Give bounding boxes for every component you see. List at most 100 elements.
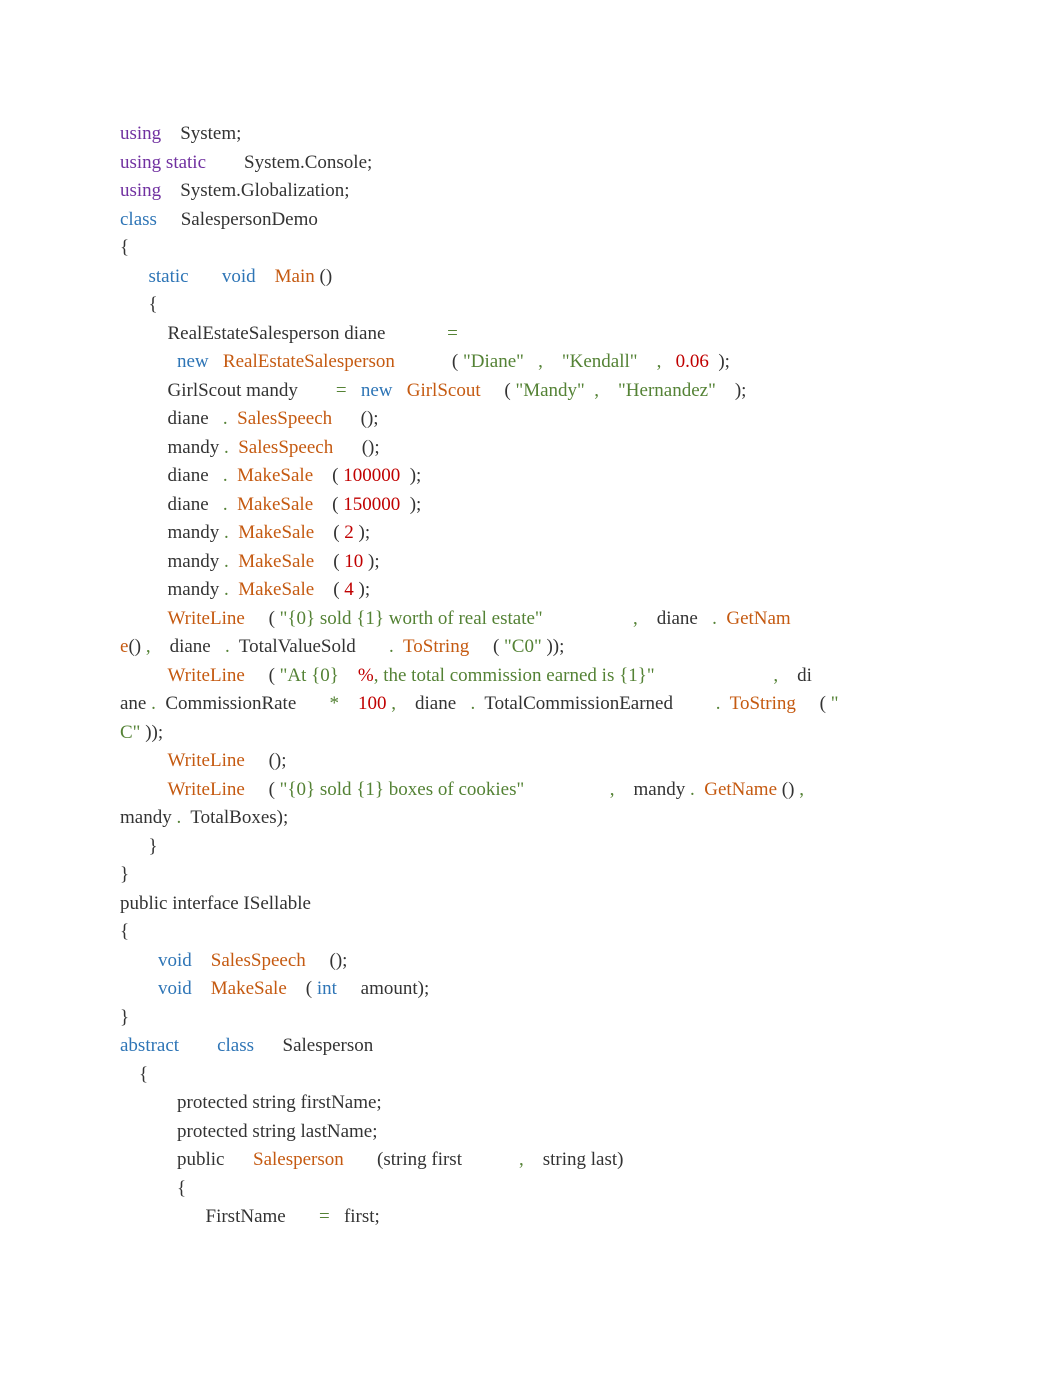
code-token: first; <box>330 1206 380 1227</box>
code-token: = <box>447 323 458 344</box>
code-token: () <box>315 266 332 287</box>
code-token: diane <box>120 408 223 429</box>
code-token <box>120 665 168 686</box>
code-token: (); <box>245 750 287 771</box>
code-token: class <box>120 209 157 230</box>
code-token: TotalCommissionEarned <box>475 693 716 714</box>
code-token: "Kendall" <box>562 351 638 372</box>
code-token: { <box>120 1178 186 1199</box>
code-token <box>394 636 403 657</box>
code-token: { <box>120 237 129 258</box>
code-token: abstract <box>120 1035 179 1056</box>
code-token <box>339 665 358 686</box>
code-token: class <box>217 1035 254 1056</box>
code-token: "Hernandez" <box>618 380 716 401</box>
code-token <box>229 437 239 458</box>
code-token: diane <box>151 636 225 657</box>
code-token: { <box>120 921 129 942</box>
code-token: } <box>120 1007 129 1028</box>
code-token: mandy <box>120 522 224 543</box>
code-token: = <box>319 1206 330 1227</box>
code-token: "C0" <box>504 636 542 657</box>
code-token: "{0} sold {1} boxes of cookies" <box>280 779 525 800</box>
code-token: ( <box>314 522 344 543</box>
code-token: 0.06 <box>676 351 709 372</box>
code-token: 10 <box>344 551 363 572</box>
code-token: mandy <box>120 579 224 600</box>
code-token: WriteLine <box>168 779 245 800</box>
code-token: GirlScout <box>407 380 481 401</box>
code-token <box>524 779 610 800</box>
code-token: TotalBoxes); <box>181 807 288 828</box>
code-token: )); <box>140 722 163 743</box>
code-token: protected string lastName; <box>120 1121 378 1142</box>
code-token: mandy <box>120 437 224 458</box>
code-token: System.Globalization; <box>161 180 349 201</box>
code-token: public <box>120 1149 253 1170</box>
code-token: SalesSpeech <box>237 408 332 429</box>
code-token: Main <box>275 266 315 287</box>
code-token: System.Console; <box>206 152 372 173</box>
code-token: (); <box>333 437 379 458</box>
code-token: RealEstateSalesperson diane <box>120 323 447 344</box>
code-token: ( <box>313 494 343 515</box>
code-token <box>120 978 158 999</box>
code-token <box>347 380 361 401</box>
code-token: () <box>128 636 145 657</box>
code-token: amount); <box>337 978 429 999</box>
code-token: (string first <box>344 1149 519 1170</box>
code-token: MakeSale <box>238 579 314 600</box>
code-token: ); <box>354 579 370 600</box>
code-token: string last) <box>524 1149 624 1170</box>
code-token <box>228 465 238 486</box>
code-token: , the total commission earned is {1}" <box>374 665 655 686</box>
code-token: 100000 <box>343 465 400 486</box>
code-token: MakeSale <box>237 494 313 515</box>
code-token: ( <box>796 693 831 714</box>
code-token <box>120 950 158 971</box>
code-token <box>229 579 239 600</box>
code-token: using <box>120 180 161 201</box>
code-token: = <box>336 380 347 401</box>
code-token: "At {0} <box>280 665 339 686</box>
code-token: ( <box>313 465 343 486</box>
code-token <box>392 380 406 401</box>
code-token: void <box>222 266 256 287</box>
code-token <box>543 608 633 629</box>
code-token: mandy <box>120 551 224 572</box>
code-token: } <box>120 864 129 885</box>
code-token: ( <box>287 978 317 999</box>
code-token <box>638 351 657 372</box>
code-token <box>120 266 149 287</box>
code-token <box>599 380 618 401</box>
code-token: "{0} sold {1} worth of real estate" <box>280 608 543 629</box>
code-token: diane <box>120 465 223 486</box>
code-token: (); <box>332 408 378 429</box>
code-token <box>120 351 177 372</box>
code-token: ); <box>400 465 421 486</box>
code-document: using System; using static System.Consol… <box>120 120 962 1232</box>
code-token: { <box>120 1064 148 1085</box>
code-token <box>339 693 358 714</box>
code-token: ( <box>469 636 504 657</box>
code-token: diane <box>120 494 223 515</box>
code-token <box>524 351 538 372</box>
code-token <box>721 693 730 714</box>
code-token: WriteLine <box>168 750 245 771</box>
code-token: ( <box>314 579 344 600</box>
code-token: 4 <box>344 579 354 600</box>
code-token: new <box>177 351 209 372</box>
code-token <box>229 551 239 572</box>
code-token: ); <box>363 551 379 572</box>
code-token: ); <box>716 380 747 401</box>
code-token: )); <box>542 636 565 657</box>
code-token: RealEstateSalesperson <box>223 351 395 372</box>
code-token: { <box>120 294 158 315</box>
code-token <box>120 750 168 771</box>
code-token: int <box>317 978 337 999</box>
code-token: WriteLine <box>168 665 245 686</box>
code-token: "Diane" <box>463 351 524 372</box>
code-token: mandy <box>615 779 690 800</box>
code-token: ToString <box>403 636 469 657</box>
code-token: System; <box>161 123 241 144</box>
